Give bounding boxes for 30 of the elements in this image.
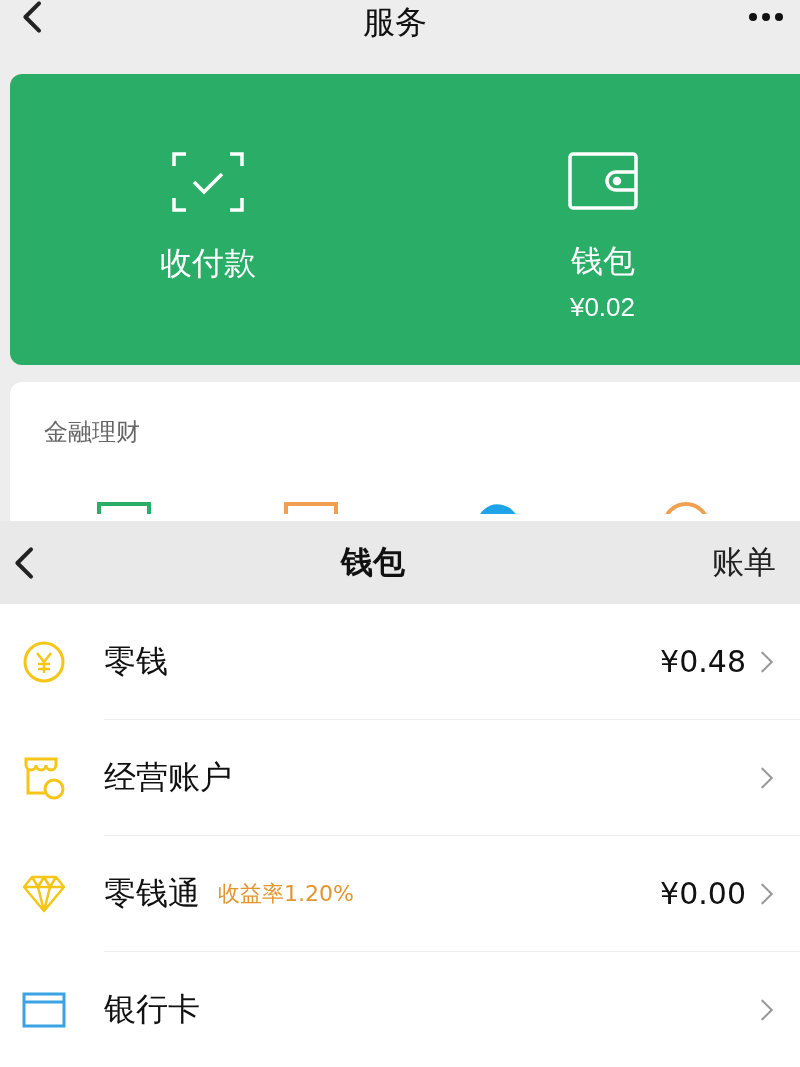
back-icon: [22, 0, 43, 34]
page-title: 钱包: [341, 541, 406, 583]
row-label: 银行卡: [104, 988, 200, 1030]
section-title: 金融理财: [43, 417, 141, 449]
row-amount: ¥0.48: [660, 644, 746, 679]
back-button[interactable]: [14, 545, 35, 580]
chevron-right-icon: [760, 997, 774, 1022]
wallet-row[interactable]: 银行卡: [0, 952, 800, 1067]
bill-link[interactable]: 账单: [712, 540, 776, 585]
wallet-row[interactable]: 零钱通 收益率1.20% ¥0.00: [0, 836, 800, 951]
yield-rate: 收益率1.20%: [218, 879, 354, 908]
wallet-row[interactable]: 经营账户: [0, 720, 800, 835]
row-label: 零钱通: [104, 872, 200, 914]
row-amount: ¥0.00: [660, 876, 746, 911]
chevron-right-icon: [760, 649, 774, 674]
diamond-icon: [22, 873, 66, 914]
wallet-row[interactable]: 零钱 ¥0.48: [0, 604, 800, 719]
chevron-right-icon: [760, 881, 774, 906]
back-button[interactable]: [22, 0, 43, 34]
wallet-icon: [567, 151, 638, 210]
back-icon: [14, 545, 35, 580]
row-label: 经营账户: [104, 756, 232, 798]
row-label: 零钱: [104, 640, 168, 682]
more-icon: [748, 12, 784, 22]
page-title: 服务: [363, 2, 428, 43]
more-button[interactable]: [748, 12, 784, 22]
chevron-right-icon: [760, 765, 774, 790]
scan-check-icon: [171, 151, 244, 212]
card-icon: [22, 991, 66, 1028]
yuan-coin-icon: [22, 639, 66, 684]
